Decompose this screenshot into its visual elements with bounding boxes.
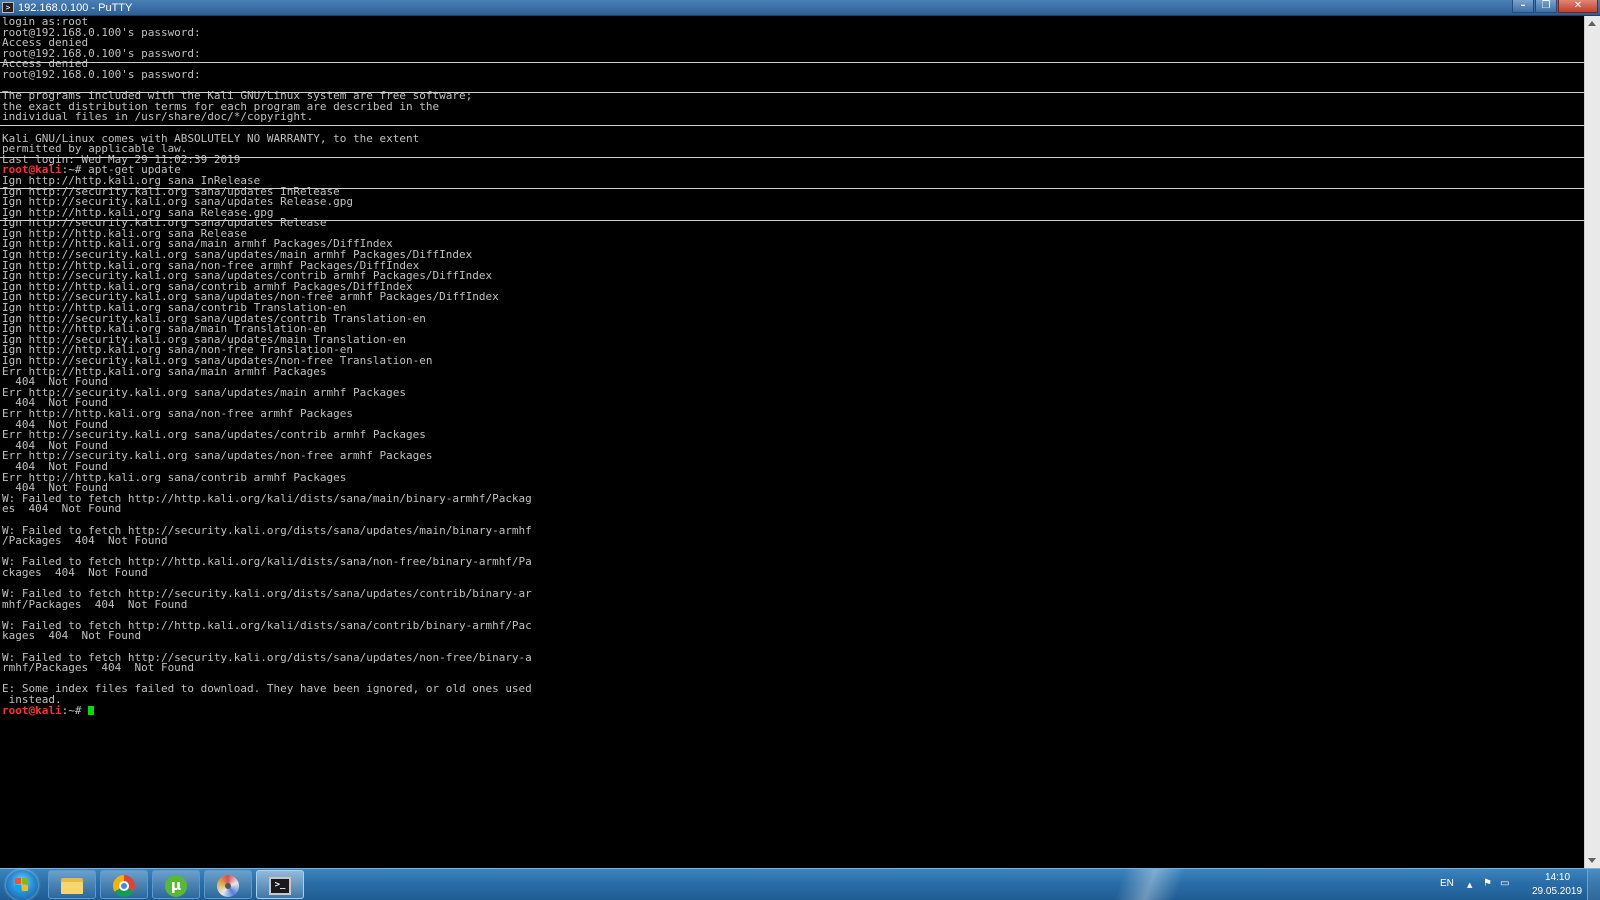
taskbar-explorer[interactable]	[48, 870, 96, 899]
taskbar-chrome[interactable]	[100, 870, 148, 899]
selection-guide-line	[0, 157, 1584, 158]
terminal-line: instead.	[2, 693, 62, 706]
taskbar-glare	[1080, 869, 1220, 900]
terminal-output: login as:root root@192.168.0.100's passwo…	[0, 16, 1584, 716]
minimize-button[interactable]: –	[1512, 0, 1534, 13]
terminal-scrollbar[interactable]	[1584, 16, 1600, 868]
selection-guide-line	[0, 220, 1584, 221]
language-indicator[interactable]: EN	[1440, 878, 1454, 889]
terminal-line: W: Failed to fetch http://http.kali.org/…	[2, 618, 532, 632]
terminal-line: W: Failed to fetch http://security.kali.…	[2, 523, 532, 537]
terminal-line: rmhf/Packages 404 Not Found	[2, 661, 195, 675]
utorrent-icon: μ	[165, 875, 187, 897]
network-icon[interactable]: ▭	[1500, 878, 1509, 890]
shell-command-text: :~#	[61, 703, 89, 717]
close-button[interactable]: ✕	[1558, 0, 1598, 13]
taskbar-putty[interactable]: >_	[256, 870, 304, 899]
terminal-line: root@192.168.0.100's password:	[2, 46, 201, 60]
terminal-line: es 404 Not Found	[2, 502, 122, 516]
terminal-line: login as:root	[2, 16, 89, 28]
window-title: 192.168.0.100 - PuTTY	[18, 2, 133, 14]
terminal-line: individual files in /usr/share/doc/*/cop…	[2, 110, 314, 124]
terminal-line: W: Failed to fetch http://security.kali.…	[2, 650, 532, 664]
terminal-line: W: Failed to fetch http://http.kali.org/…	[2, 491, 532, 505]
terminal-line: Err http://security.kali.org sana/update…	[2, 449, 433, 463]
taskbar: μ >_ EN ▲ ⚑ ▭ 14:10 29.05.2019	[0, 868, 1600, 900]
terminal-line: W: Failed to fetch http://http.kali.org/…	[2, 555, 532, 569]
terminal-line: mhf/Packages 404 Not Found	[2, 597, 188, 611]
terminal-line: ckages 404 Not Found	[2, 565, 148, 579]
terminal-line: root@192.168.0.100's password:	[2, 25, 201, 39]
terminal-line: root@192.168.0.100's password:	[2, 67, 201, 81]
chrome-icon	[113, 875, 135, 897]
terminal-line: E: Some index files failed to download. …	[2, 682, 532, 696]
maximize-button[interactable]: ❐	[1535, 0, 1557, 13]
window-titlebar[interactable]: > 192.168.0.100 - PuTTY – ❐ ✕	[0, 0, 1600, 16]
terminal-line: Err http://security.kali.org sana/update…	[2, 385, 406, 399]
terminal-line: W: Failed to fetch http://security.kali.…	[2, 587, 532, 601]
clock-time[interactable]: 14:10	[1545, 872, 1570, 883]
taskbar-media[interactable]	[204, 870, 252, 899]
windows-flag-icon	[15, 878, 29, 892]
terminal-cursor	[88, 705, 95, 715]
terminal-line: Err http://http.kali.org sana/main armhf…	[2, 364, 327, 378]
selection-guide-line	[0, 92, 1584, 93]
taskbar-utorrent[interactable]: μ	[152, 870, 200, 899]
terminal-line: Access denied	[2, 57, 89, 71]
terminal-line: Err http://http.kali.org sana/non-free a…	[2, 406, 353, 420]
terminal-line: Access denied	[2, 36, 89, 50]
putty-terminal-icon[interactable]: >	[2, 2, 14, 13]
shell-prompt-user: root@kali	[2, 703, 62, 717]
disc-icon	[217, 875, 239, 897]
terminal-area[interactable]: login as:root root@192.168.0.100's passwo…	[0, 16, 1584, 868]
selection-guide-line	[0, 62, 1584, 63]
selection-guide-line	[0, 188, 1584, 189]
putty-icon: >_	[269, 875, 291, 895]
scroll-up-icon[interactable]	[1588, 21, 1596, 26]
action-center-flag-icon[interactable]: ⚑	[1483, 878, 1492, 890]
scroll-down-icon[interactable]	[1588, 858, 1596, 863]
clock-date[interactable]: 29.05.2019	[1532, 886, 1582, 897]
terminal-line: kages 404 Not Found	[2, 629, 142, 643]
terminal-line: root@kali:~#	[2, 703, 1584, 717]
show-hidden-icons-icon[interactable]: ▲	[1467, 879, 1472, 891]
terminal-line: /Packages 404 Not Found	[2, 534, 168, 548]
window-controls: – ❐ ✕	[1511, 0, 1598, 14]
start-orb-icon[interactable]	[6, 870, 38, 900]
selection-guide-line	[0, 125, 1584, 126]
terminal-line: Kali GNU/Linux comes with ABSOLUTELY NO …	[2, 131, 420, 145]
show-desktop-button[interactable]	[1587, 869, 1600, 900]
terminal-line: Err http://http.kali.org sana/contrib ar…	[2, 470, 347, 484]
terminal-line: Err http://security.kali.org sana/update…	[2, 428, 426, 442]
folder-icon	[61, 875, 83, 895]
